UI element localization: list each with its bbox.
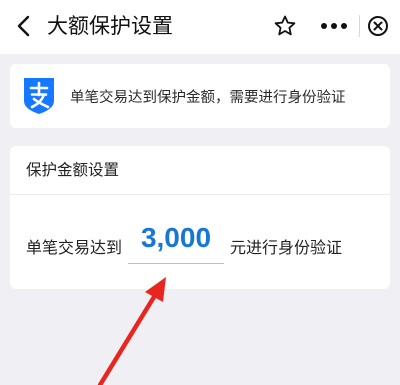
amount-suffix-label: 元进行身份验证 [230,238,343,257]
protection-notice-banner: 单笔交易达到保护金额，需要进行身份验证 [10,64,390,128]
star-outline-icon [274,15,296,36]
amount-value: 3,000 [140,222,212,253]
top-navigation-bar: 大额保护设置 [0,0,400,54]
card-heading: 保护金额设置 [10,146,390,195]
chevron-left-icon [17,15,30,37]
more-button[interactable] [308,5,359,47]
favorite-button[interactable] [270,11,300,41]
notice-text: 单笔交易达到保护金额，需要进行身份验证 [70,89,346,106]
back-button[interactable] [8,10,40,42]
amount-row: 单笔交易达到 3,000 元进行身份验证 [10,222,390,264]
close-circle-icon [368,16,389,36]
protection-amount-card: 保护金额设置 单笔交易达到 3,000 元进行身份验证 [10,146,390,289]
amount-input[interactable]: 3,000 [128,222,224,264]
alipay-logo-icon [24,78,54,114]
mini-program-capsule [308,5,396,47]
amount-prefix-label: 单笔交易达到 [26,238,123,257]
more-dots-icon [320,23,347,29]
close-button[interactable] [360,5,396,47]
page-title: 大额保护设置 [47,14,173,38]
